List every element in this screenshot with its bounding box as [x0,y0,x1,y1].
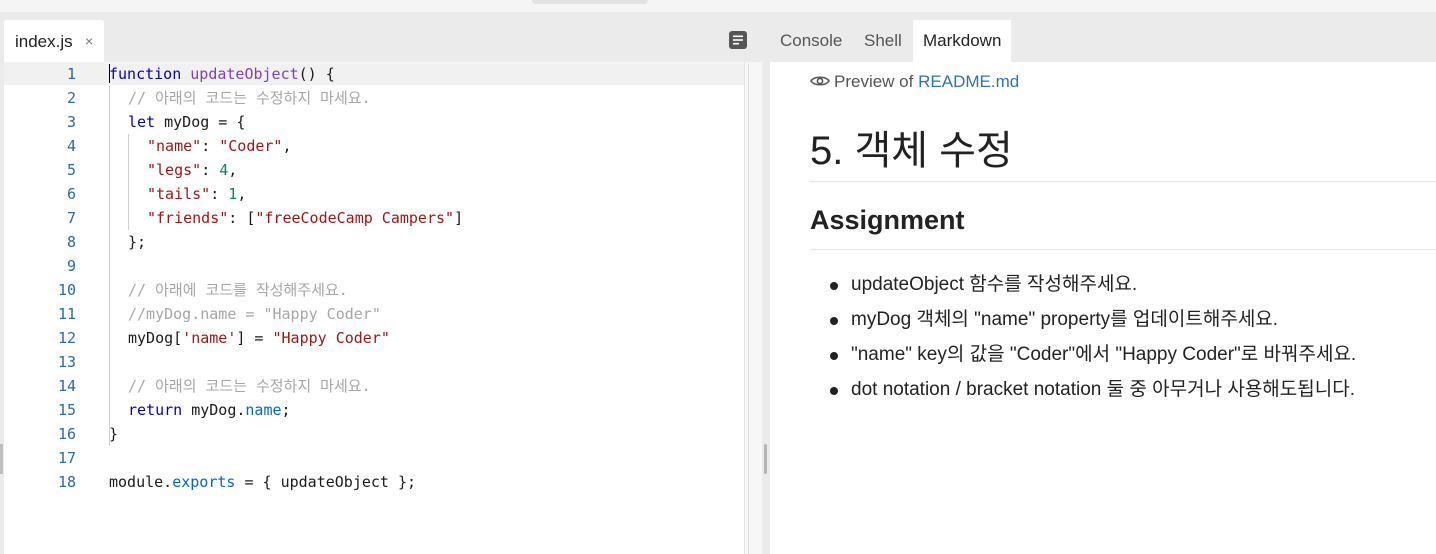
line-number: 3 [66,113,76,131]
line-number: 16 [57,425,76,443]
line-number: 17 [57,449,76,467]
list-item: myDog 객체의 "name" property를 업데이트해주세요. [826,304,1426,339]
format-document-icon[interactable] [729,31,747,49]
readme-link[interactable]: README.md [918,72,1019,91]
line-number: 4 [66,137,76,155]
top-bar [0,0,1436,12]
preview-label: Preview of README.md [810,72,1019,92]
editor-pane: index.js × 1 2 3 4 5 6 7 8 9 10 11 12 13… [4,20,762,554]
code-editor[interactable]: 1 2 3 4 5 6 7 8 9 10 11 12 13 14 15 16 1… [4,62,762,554]
line-number: 13 [57,353,76,371]
line-number: 15 [57,401,76,419]
code-line-3: let myDog = { [128,113,246,131]
code-line-4: "name": "Coder", [147,137,292,155]
eye-icon [810,76,830,86]
app-window: index.js × 1 2 3 4 5 6 7 8 9 10 11 12 13… [0,0,1436,554]
bullet-dot [830,352,838,360]
line-number: 1 [66,65,76,83]
left-resize-grip[interactable] [0,444,3,474]
output-tab-bar: Console Shell Markdown [770,20,1436,62]
line-number: 14 [57,377,76,395]
top-handle[interactable] [532,0,648,4]
line-number: 2 [66,89,76,107]
line-number: 12 [57,329,76,347]
tab-markdown[interactable]: Markdown [913,20,1012,62]
preview-prefix: Preview of [834,72,914,91]
close-tab-icon[interactable]: × [85,33,93,49]
code-line-14: // 아래의 코드는 수정하지 마세요. [128,377,371,395]
code-line-6: "tails": 1, [147,185,247,203]
markdown-h1: 5. 객체 수정 [810,129,1013,173]
tab-shell[interactable]: Shell [854,20,912,62]
code-line-15: return myDog.name; [128,401,291,419]
line-number: 9 [66,257,76,275]
code-line-16: } [109,425,119,443]
line-number: 11 [57,305,76,323]
code-line-1: function updateObject() { [109,65,335,83]
markdown-h2: Assignment [810,205,965,235]
bullet-dot [830,317,838,325]
line-number: 10 [57,281,76,299]
line-number: 7 [66,209,76,227]
list-item: dot notation / bracket notation 둘 중 아무거나… [826,374,1426,409]
line-number-gutter: 1 2 3 4 5 6 7 8 9 10 11 12 13 14 15 16 1… [4,62,94,554]
line-number: 8 [66,233,76,251]
scrollbar-thumb[interactable] [748,64,756,554]
code-line-11: //myDog.name = "Happy Coder" [128,305,381,323]
splitter-grip[interactable] [764,444,767,474]
code-line-12: myDog['name'] = "Happy Coder" [128,329,390,347]
code-line-18: module.exports = { updateObject }; [109,473,417,491]
h2-divider [810,249,1436,250]
tab-console[interactable]: Console [770,20,852,62]
output-pane: Console Shell Markdown Preview of README… [770,20,1436,554]
editor-tab-bar: index.js × [4,20,762,62]
code-line-8: }; [128,233,147,251]
list-item: updateObject 함수를 작성해주세요. [826,269,1426,304]
h1-divider [810,181,1436,182]
bullet-dot [830,282,838,290]
indent-guide [128,134,129,230]
code-line-5: "legs": 4, [147,161,238,179]
assignment-list: updateObject 함수를 작성해주세요. myDog 객체의 "name… [826,269,1426,409]
line-number: 18 [57,473,76,491]
line-number: 5 [66,161,76,179]
code-line-7: "friends": ["freeCodeCamp Campers"] [147,209,464,227]
editor-scrollbar[interactable] [744,62,762,554]
file-tab-index-js[interactable]: index.js × [4,20,104,62]
line-number: 6 [66,185,76,203]
text-cursor [109,64,110,83]
indent-guide [109,86,110,446]
file-tab-label: index.js [15,32,73,51]
code-line-10: // 아래에 코드를 작성해주세요. [128,281,348,299]
bullet-dot [830,387,838,395]
code-line-2: // 아래의 코드는 수정하지 마세요. [128,89,371,107]
pane-splitter[interactable] [762,20,770,554]
list-item: "name" key의 값을 "Coder"에서 "Happy Coder"로 … [826,339,1426,374]
